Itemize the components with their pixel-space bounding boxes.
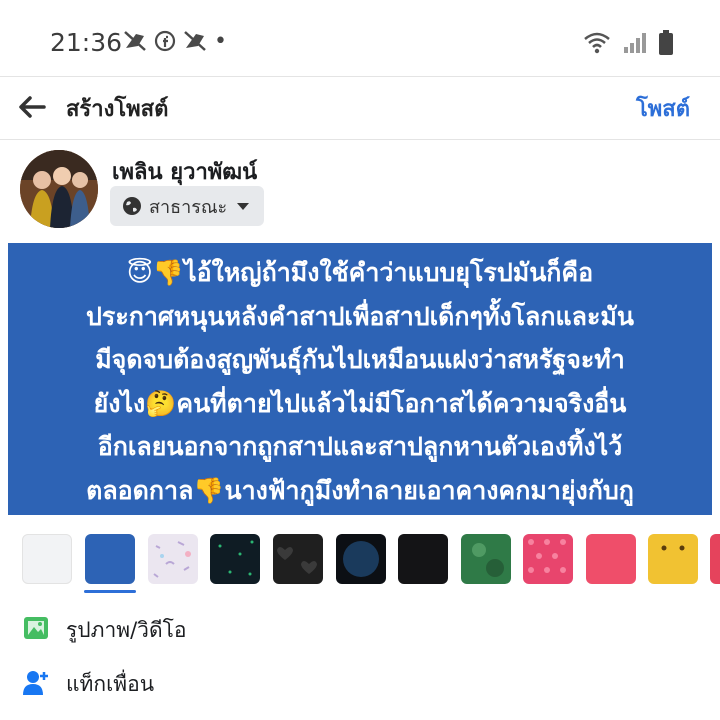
globe-icon [123, 197, 141, 215]
back-arrow-icon[interactable] [16, 91, 48, 123]
option-label: แท็กเพื่อน [66, 672, 155, 696]
option-tag-friends[interactable]: แท็กเพื่อน [0, 658, 720, 708]
post-button[interactable]: โพสต์ [636, 91, 690, 126]
wifi-icon [584, 32, 610, 54]
user-name: เพลิน ยุวาพัฒน์ [112, 160, 258, 185]
post-text-line: มีจุดจบต้องสูญพันธุ์กันไปเหมือนแฝงว่าสหร… [95, 345, 625, 374]
system-icons [582, 30, 674, 56]
post-text-line: 😇👎ไอ้ใหญ่ถ้ามึงใช้คำว่าแบบยุโรปมันก็คือ [126, 258, 594, 287]
messenger-muted-icon-2 [184, 31, 206, 51]
post-text-line: ตลอดกาล👎นางฟ้ากูมึงทำลายเอาคางคกมายุ่งกั… [86, 475, 634, 505]
facebook-icon [154, 30, 176, 52]
post-text-line: อีกเลยนอกจากถูกสาปและสาปลูกหานตัวเองทิ้ง… [97, 432, 623, 461]
swatch-dark-circle[interactable] [336, 534, 386, 584]
swatch-white[interactable] [22, 534, 72, 584]
swatch-coral[interactable] [586, 534, 636, 584]
post-text[interactable]: 😇👎ไอ้ใหญ่ถ้ามึงใช้คำว่าแบบยุโรปมันก็คือ … [20, 251, 700, 512]
swatch-dark-dots[interactable] [210, 534, 260, 584]
photo-icon [24, 617, 48, 639]
post-text-line: ประกาศหนุนหลังคำสาปเพื่อสาปเด็กๆทั้งโลกแ… [86, 301, 634, 331]
swatch-pink-hearts[interactable] [523, 534, 573, 584]
swatch-black-night[interactable] [398, 534, 448, 584]
post-text-area[interactable]: 😇👎ไอ้ใหญ่ถ้ามึงใช้คำว่าแบบยุโรปมันก็คือ … [8, 243, 712, 515]
swatch-red-partial[interactable] [710, 534, 720, 584]
swatch-yellow-face[interactable] [648, 534, 698, 584]
status-time: 21:36 [50, 28, 123, 57]
swatch-green[interactable] [461, 534, 511, 584]
caret-down-icon [237, 202, 250, 210]
swatch-blue[interactable] [85, 534, 135, 584]
privacy-selector[interactable]: สาธารณะ [110, 186, 264, 226]
tag-friend-icon [23, 671, 48, 695]
composer-header: สร้างโพสต์ โพสต์ [0, 76, 720, 140]
background-picker [0, 532, 720, 602]
avatar-photo [20, 150, 98, 228]
privacy-label: สาธารณะ [149, 196, 228, 218]
more-notifications-dot: • [214, 28, 227, 54]
selected-swatch-indicator [84, 590, 136, 593]
messenger-muted-icon [124, 31, 146, 51]
swatch-black-hearts[interactable] [273, 534, 323, 584]
option-label: รูปภาพ/วิดีโอ [66, 618, 187, 642]
option-photo-video[interactable]: รูปภาพ/วิดีโอ [0, 604, 720, 654]
battery-icon [659, 30, 673, 55]
status-bar: 21:36 • [0, 14, 720, 70]
post-text-line: ยังไง🤔คนที่ตายไปแล้วไม่มีโอกาสได้ความจริ… [93, 388, 627, 418]
avatar[interactable] [20, 150, 98, 228]
swatch-pastel-pattern[interactable] [148, 534, 198, 584]
page-title: สร้างโพสต์ [66, 97, 169, 122]
signal-icon [624, 33, 646, 53]
notification-icons: • [122, 28, 227, 54]
